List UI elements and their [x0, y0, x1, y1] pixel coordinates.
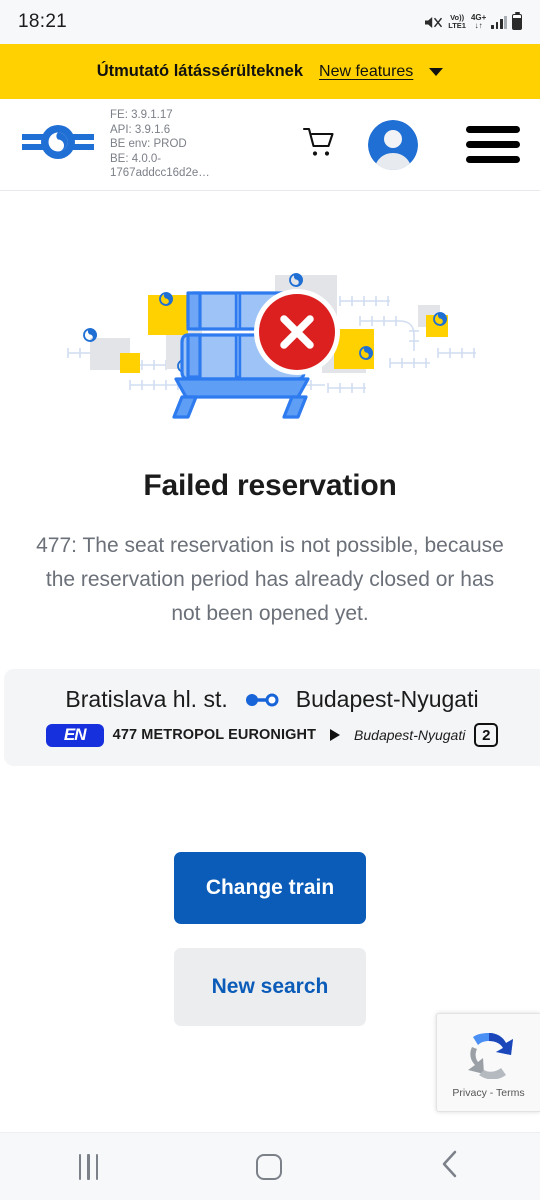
journey-summary-panel: Bratislava hl. st. Budapest-Nyugati EN 4…	[4, 669, 540, 766]
recents-icon[interactable]	[78, 1153, 99, 1180]
network-indicator: 4G+ ↓↑	[470, 12, 487, 30]
recaptcha-label: Privacy - Terms	[452, 1086, 525, 1099]
mute-icon	[424, 15, 443, 30]
recaptcha-badge[interactable]: Privacy - Terms	[436, 1013, 540, 1112]
signal-bars-icon	[491, 15, 507, 29]
status-icons: Vo)) LTE1 4G+ ↓↑	[424, 11, 522, 31]
train-row: EN 477 METROPOL EURONIGHT Budapest-Nyuga…	[4, 723, 540, 747]
version-fe: FE: 3.9.1.17	[110, 109, 173, 122]
banner-title: Útmutató látássérülteknek	[96, 62, 304, 80]
route-connection-icon	[245, 686, 279, 713]
action-buttons: Change train New search	[0, 852, 540, 1026]
euronight-logo: EN	[45, 723, 104, 747]
new-features-link[interactable]: New features	[319, 63, 413, 81]
error-description: 477: The seat reservation is not possibl…	[36, 534, 504, 625]
app-root: 18:21 Vo)) LTE1 4G+ ↓↑ Útmutató látássér…	[0, 0, 540, 1200]
back-icon[interactable]	[439, 1149, 461, 1184]
volte-indicator: Vo)) LTE1	[448, 13, 466, 30]
failed-reservation-illustration	[0, 253, 540, 423]
version-api: API: 3.9.1.6	[110, 123, 171, 136]
status-time: 18:21	[18, 11, 68, 32]
origin-station: Bratislava hl. st.	[65, 686, 228, 712]
status-bar: 18:21 Vo)) LTE1 4G+ ↓↑	[0, 0, 540, 44]
version-be: BE: 4.0.0-	[110, 152, 162, 165]
page-title: Failed reservation	[143, 469, 397, 502]
destination-station: Budapest-Nyugati	[295, 686, 479, 712]
platform-badge: 2	[474, 723, 499, 747]
play-triangle-icon	[330, 729, 341, 741]
user-avatar-icon[interactable]	[368, 119, 418, 170]
final-stop: Budapest-Nyugati	[354, 727, 466, 743]
accessibility-banner: Útmutató látássérülteknek New features	[0, 44, 540, 99]
new-search-button[interactable]: New search	[174, 948, 366, 1026]
mav-logo-icon[interactable]	[20, 121, 96, 168]
home-icon[interactable]	[255, 1153, 282, 1180]
change-train-button[interactable]: Change train	[174, 852, 366, 924]
site-header: FE: 3.9.1.17 API: 3.9.1.6 BE env: PROD B…	[0, 99, 540, 191]
android-nav-bar	[0, 1132, 540, 1200]
version-be-env: BE env: PROD	[110, 138, 187, 151]
version-be-hash: 1767addcc16d2e…	[110, 167, 210, 180]
hamburger-menu-icon[interactable]	[466, 126, 520, 163]
recaptcha-logo-icon	[460, 1027, 518, 1084]
train-name: 477 METROPOL EURONIGHT	[112, 727, 317, 743]
version-info: FE: 3.9.1.17 API: 3.9.1.6 BE env: PROD B…	[110, 108, 214, 181]
chevron-down-icon[interactable]	[429, 67, 444, 76]
shopping-cart-icon[interactable]	[302, 126, 336, 163]
battery-icon	[512, 11, 522, 30]
route-row: Bratislava hl. st. Budapest-Nyugati	[4, 686, 540, 713]
